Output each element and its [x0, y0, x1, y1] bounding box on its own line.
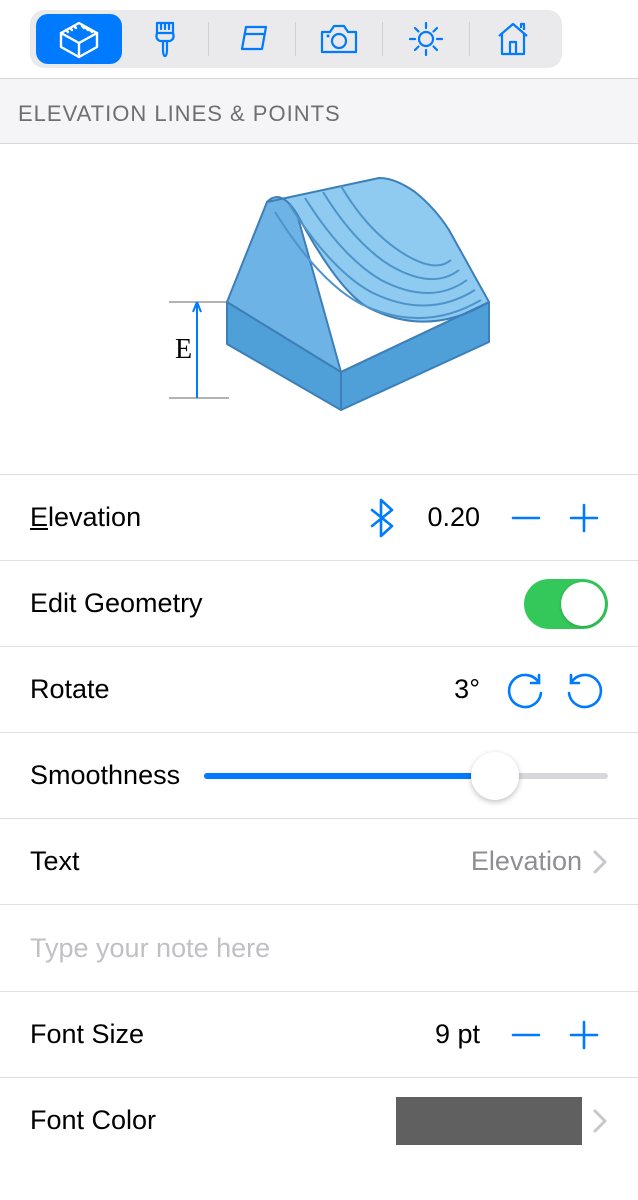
camera-icon	[318, 22, 360, 56]
font-size-minus-button[interactable]	[502, 1011, 550, 1059]
slider-knob[interactable]	[471, 752, 519, 800]
elevation-value: 0.20	[427, 502, 480, 533]
note-input[interactable]	[30, 905, 608, 991]
slider-track	[204, 773, 608, 779]
font-color-label: Font Color	[30, 1105, 396, 1136]
home-icon	[493, 20, 533, 58]
bluetooth-icon[interactable]	[357, 494, 405, 542]
tool-sun[interactable]	[383, 14, 469, 64]
smoothness-slider[interactable]	[204, 752, 608, 800]
font-size-plus-button[interactable]	[560, 1011, 608, 1059]
section-header: ELEVATION LINES & POINTS	[0, 78, 638, 144]
tool-home[interactable]	[470, 14, 556, 64]
rotate-cw-button[interactable]	[502, 666, 550, 714]
preview-label: E	[175, 334, 192, 365]
elevation-label: Elevation	[30, 502, 357, 533]
toolbar	[0, 0, 638, 78]
rotate-ccw-button[interactable]	[560, 666, 608, 714]
row-font-color[interactable]: Font Color	[0, 1077, 638, 1163]
row-edit-geometry: Edit Geometry	[0, 560, 638, 646]
row-rotate: Rotate 3°	[0, 646, 638, 732]
elevation-plus-button[interactable]	[560, 494, 608, 542]
rotate-label: Rotate	[30, 674, 454, 705]
font-size-value: 9 pt	[435, 1019, 480, 1050]
row-text[interactable]: Text Elevation	[0, 818, 638, 904]
elevation-preview-illustration: E	[109, 172, 529, 432]
sun-icon	[406, 19, 446, 59]
slider-fill	[204, 773, 495, 779]
tool-eraser[interactable]	[209, 14, 295, 64]
rotate-value: 3°	[454, 674, 480, 705]
settings-list: Elevation 0.20 Edit Geometry Rotate 3° S…	[0, 474, 638, 1163]
font-size-label: Font Size	[30, 1019, 435, 1050]
row-smoothness: Smoothness	[0, 732, 638, 818]
tool-camera[interactable]	[296, 14, 382, 64]
text-value: Elevation	[471, 846, 582, 877]
row-note	[0, 904, 638, 991]
toggle-knob	[561, 582, 605, 626]
elevation-minus-button[interactable]	[502, 494, 550, 542]
tool-measure[interactable]	[36, 14, 122, 64]
font-color-swatch[interactable]	[396, 1097, 582, 1145]
row-font-size: Font Size 9 pt	[0, 991, 638, 1077]
chevron-right-icon	[592, 849, 608, 875]
row-elevation: Elevation 0.20	[0, 474, 638, 560]
edit-geometry-toggle[interactable]	[524, 579, 608, 629]
brush-icon	[147, 19, 183, 59]
tool-brush[interactable]	[122, 14, 208, 64]
toolbar-pill	[30, 10, 562, 68]
edit-geometry-label: Edit Geometry	[30, 588, 524, 619]
chevron-right-icon	[592, 1108, 608, 1134]
smoothness-label: Smoothness	[30, 760, 180, 791]
text-label: Text	[30, 846, 471, 877]
preview-area: E	[0, 144, 638, 474]
eraser-icon	[232, 21, 272, 57]
measure-icon	[56, 19, 102, 59]
